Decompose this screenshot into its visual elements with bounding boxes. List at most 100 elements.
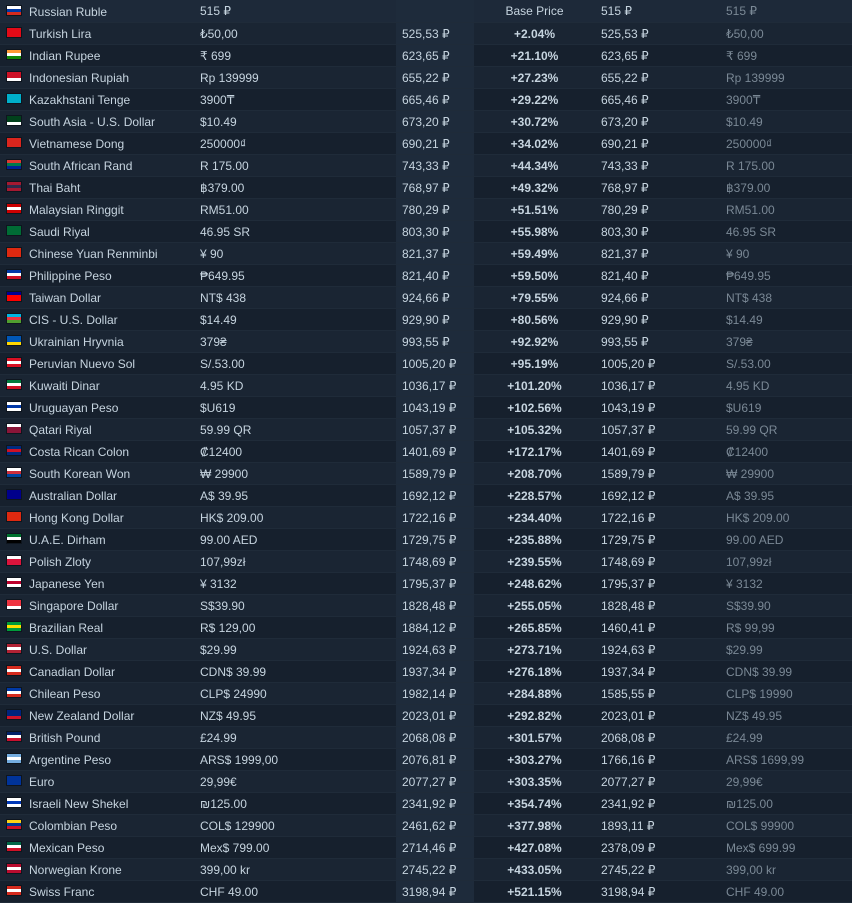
currency-name: South Korean Won — [29, 466, 131, 481]
base-price-cell: 1692,12 ₽ — [396, 484, 474, 507]
table-row: South African Rand R 175.00 743,33 ₽ +44… — [0, 154, 852, 177]
local-price-cell: 29,99€ — [198, 770, 396, 793]
currency-name: South African Rand — [29, 158, 133, 173]
flag-icon — [6, 115, 22, 127]
local-price-cell: NZ$ 49.95 — [198, 704, 396, 727]
suggested-price-cell: $U619 — [719, 396, 852, 419]
recommended-price-cell: 780,29 ₽ — [595, 198, 719, 221]
suggested-price-cell: CLP$ 19990 — [719, 682, 852, 705]
price-difference-cell: +303.27% — [474, 748, 595, 771]
suggested-price-cell: HK$ 209.00 — [719, 506, 852, 529]
currency-name: Philippine Peso — [29, 268, 112, 283]
table-row: Costa Rican Colon ₡12400 1401,69 ₽ +172.… — [0, 440, 852, 463]
recommended-price-cell: 1036,17 ₽ — [595, 374, 719, 397]
price-difference-cell: +255.05% — [474, 594, 595, 617]
flag-icon — [6, 49, 22, 61]
suggested-price-cell: ₩ 29900 — [719, 462, 852, 485]
table-row: South Asia - U.S. Dollar $10.49 673,20 ₽… — [0, 110, 852, 133]
flag-icon — [6, 269, 22, 281]
price-difference-cell: +95.19% — [474, 352, 595, 375]
table-row: Brazilian Real R$ 129,00 1884,12 ₽ +265.… — [0, 616, 852, 639]
flag-icon — [6, 423, 22, 435]
currency-name: Brazilian Real — [29, 620, 104, 635]
table-row: Singapore Dollar S$39.90 1828,48 ₽ +255.… — [0, 594, 852, 617]
price-difference-cell: +433.05% — [474, 858, 595, 881]
suggested-price-cell: $10.49 — [719, 110, 852, 133]
currency-name-cell: Chinese Yuan Renminbi — [0, 242, 198, 265]
currency-name-cell: South Asia - U.S. Dollar — [0, 110, 198, 133]
currency-name-cell: Qatari Riyal — [0, 418, 198, 441]
flag-icon — [6, 533, 22, 545]
table-row: Swiss Franc CHF 49.00 3198,94 ₽ +521.15%… — [0, 880, 852, 903]
table-row: New Zealand Dollar NZ$ 49.95 2023,01 ₽ +… — [0, 704, 852, 727]
currency-name-cell: South Korean Won — [0, 462, 198, 485]
currency-name: Polish Zloty — [29, 554, 92, 569]
currency-name: CIS - U.S. Dollar — [29, 312, 118, 327]
base-price-cell: 1036,17 ₽ — [396, 374, 474, 397]
base-price-cell: 1729,75 ₽ — [396, 528, 474, 551]
suggested-price-cell: 250000₫ — [719, 132, 852, 155]
base-price-cell — [396, 0, 474, 23]
flag-icon — [6, 841, 22, 853]
local-price-cell: ฿379.00 — [198, 176, 396, 199]
base-price-cell: 768,97 ₽ — [396, 176, 474, 199]
suggested-price-cell: COL$ 99900 — [719, 814, 852, 837]
currency-name-cell: Russian Ruble — [0, 0, 198, 23]
local-price-cell: ₪125.00 — [198, 792, 396, 815]
price-difference-cell: +101.20% — [474, 374, 595, 397]
table-row: Hong Kong Dollar HK$ 209.00 1722,16 ₽ +2… — [0, 506, 852, 529]
price-difference-cell: +79.55% — [474, 286, 595, 309]
currency-name: Kuwaiti Dinar — [29, 378, 100, 393]
currency-name: Hong Kong Dollar — [29, 510, 124, 525]
local-price-cell: ₱649.95 — [198, 264, 396, 287]
base-price-cell: 1924,63 ₽ — [396, 638, 474, 661]
table-row: Argentine Peso ARS$ 1999,00 2076,81 ₽ +3… — [0, 748, 852, 771]
currency-name-cell: Kazakhstani Tenge — [0, 88, 198, 111]
flag-icon — [6, 885, 22, 897]
suggested-price-cell: ARS$ 1699,99 — [719, 748, 852, 771]
price-difference-cell: +49.32% — [474, 176, 595, 199]
base-price-cell: 1005,20 ₽ — [396, 352, 474, 375]
currency-name: New Zealand Dollar — [29, 708, 135, 723]
base-price-cell: 1043,19 ₽ — [396, 396, 474, 419]
flag-icon — [6, 797, 22, 809]
local-price-cell: ₹ 699 — [198, 44, 396, 67]
table-row: Mexican Peso Mex$ 799.00 2714,46 ₽ +427.… — [0, 836, 852, 859]
price-difference-cell: +235.88% — [474, 528, 595, 551]
currency-name-cell: Saudi Riyal — [0, 220, 198, 243]
table-row: CIS - U.S. Dollar $14.49 929,90 ₽ +80.56… — [0, 308, 852, 331]
table-row: Philippine Peso ₱649.95 821,40 ₽ +59.50%… — [0, 264, 852, 287]
recommended-price-cell: 623,65 ₽ — [595, 44, 719, 67]
currency-name: Thai Baht — [29, 180, 81, 195]
price-difference-cell: +273.71% — [474, 638, 595, 661]
local-price-cell: CHF 49.00 — [198, 880, 396, 903]
price-difference-cell: +427.08% — [474, 836, 595, 859]
recommended-price-cell: 743,33 ₽ — [595, 154, 719, 177]
flag-icon — [6, 247, 22, 259]
flag-icon — [6, 379, 22, 391]
suggested-price-cell: S$39.90 — [719, 594, 852, 617]
currency-name: Colombian Peso — [29, 818, 118, 833]
table-row: Taiwan Dollar NT$ 438 924,66 ₽ +79.55% 9… — [0, 286, 852, 309]
price-difference-cell: +51.51% — [474, 198, 595, 221]
currency-name: Australian Dollar — [29, 488, 118, 503]
recommended-price-cell: 1937,34 ₽ — [595, 660, 719, 683]
suggested-price-cell: RM51.00 — [719, 198, 852, 221]
local-price-cell: Rp 139999 — [198, 66, 396, 89]
local-price-cell: S/.53.00 — [198, 352, 396, 375]
price-difference-cell: +30.72% — [474, 110, 595, 133]
currency-name-cell: Uruguayan Peso — [0, 396, 198, 419]
price-difference-cell: +239.55% — [474, 550, 595, 573]
currency-name-cell: Malaysian Ringgit — [0, 198, 198, 221]
price-difference-cell: +228.57% — [474, 484, 595, 507]
local-price-cell: $10.49 — [198, 110, 396, 133]
flag-icon — [6, 357, 22, 369]
recommended-price-cell: 1043,19 ₽ — [595, 396, 719, 419]
local-price-cell: CLP$ 24990 — [198, 682, 396, 705]
flag-icon — [6, 621, 22, 633]
suggested-price-cell: 46.95 SR — [719, 220, 852, 243]
currency-name-cell: Ukrainian Hryvnia — [0, 330, 198, 353]
flag-icon — [6, 159, 22, 171]
price-difference-cell: +21.10% — [474, 44, 595, 67]
currency-name-cell: Taiwan Dollar — [0, 286, 198, 309]
